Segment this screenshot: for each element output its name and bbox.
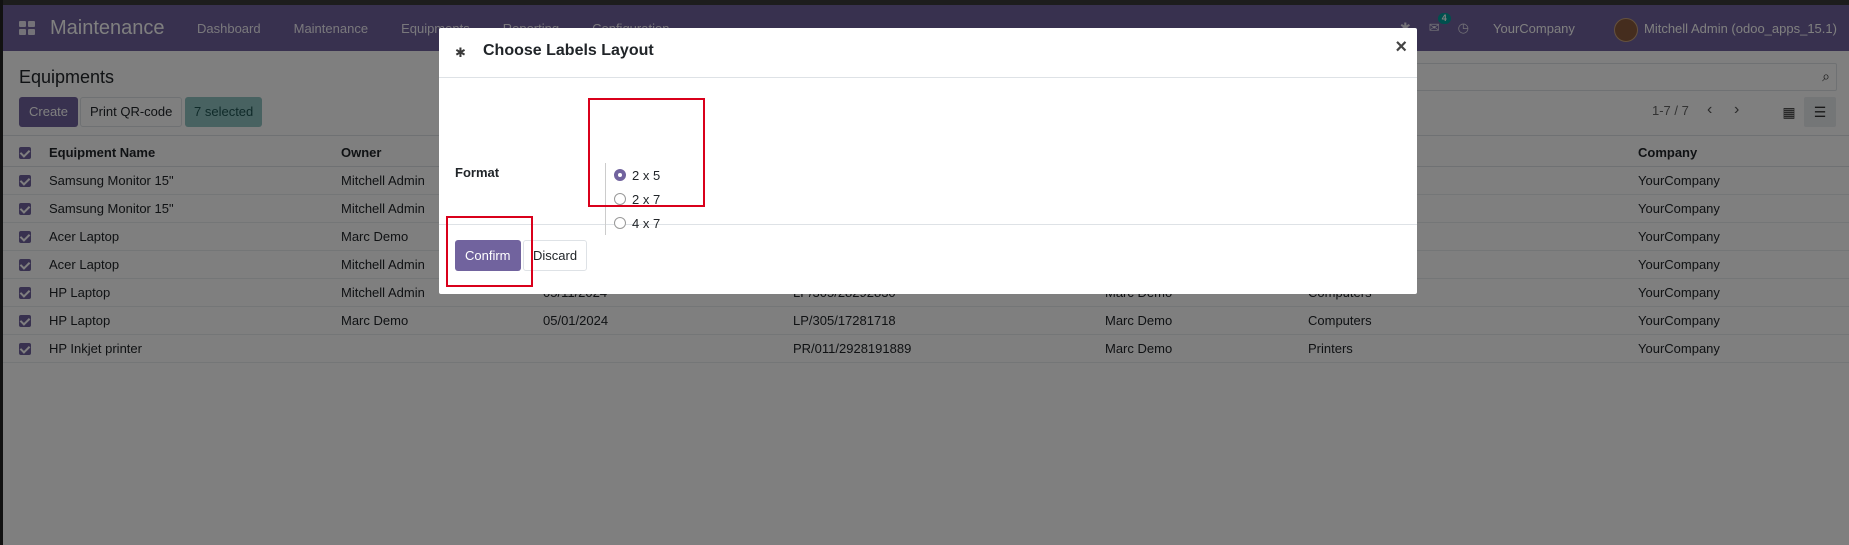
dialog-header: ✱ Choose Labels Layout × [439, 28, 1417, 78]
labels-layout-dialog: ✱ Choose Labels Layout × Format 2 x 5 2 … [439, 28, 1417, 294]
bug-icon: ✱ [455, 45, 466, 60]
highlight-box-confirm [446, 216, 533, 287]
close-icon[interactable]: × [1395, 36, 1407, 59]
highlight-box-format [588, 98, 705, 207]
dialog-title: Choose Labels Layout [483, 42, 654, 59]
dialog-body: Format 2 x 5 2 x 7 4 x 7 [439, 78, 1417, 235]
dialog-footer: Confirm Discard [439, 225, 1417, 293]
format-label: Format [455, 165, 500, 180]
